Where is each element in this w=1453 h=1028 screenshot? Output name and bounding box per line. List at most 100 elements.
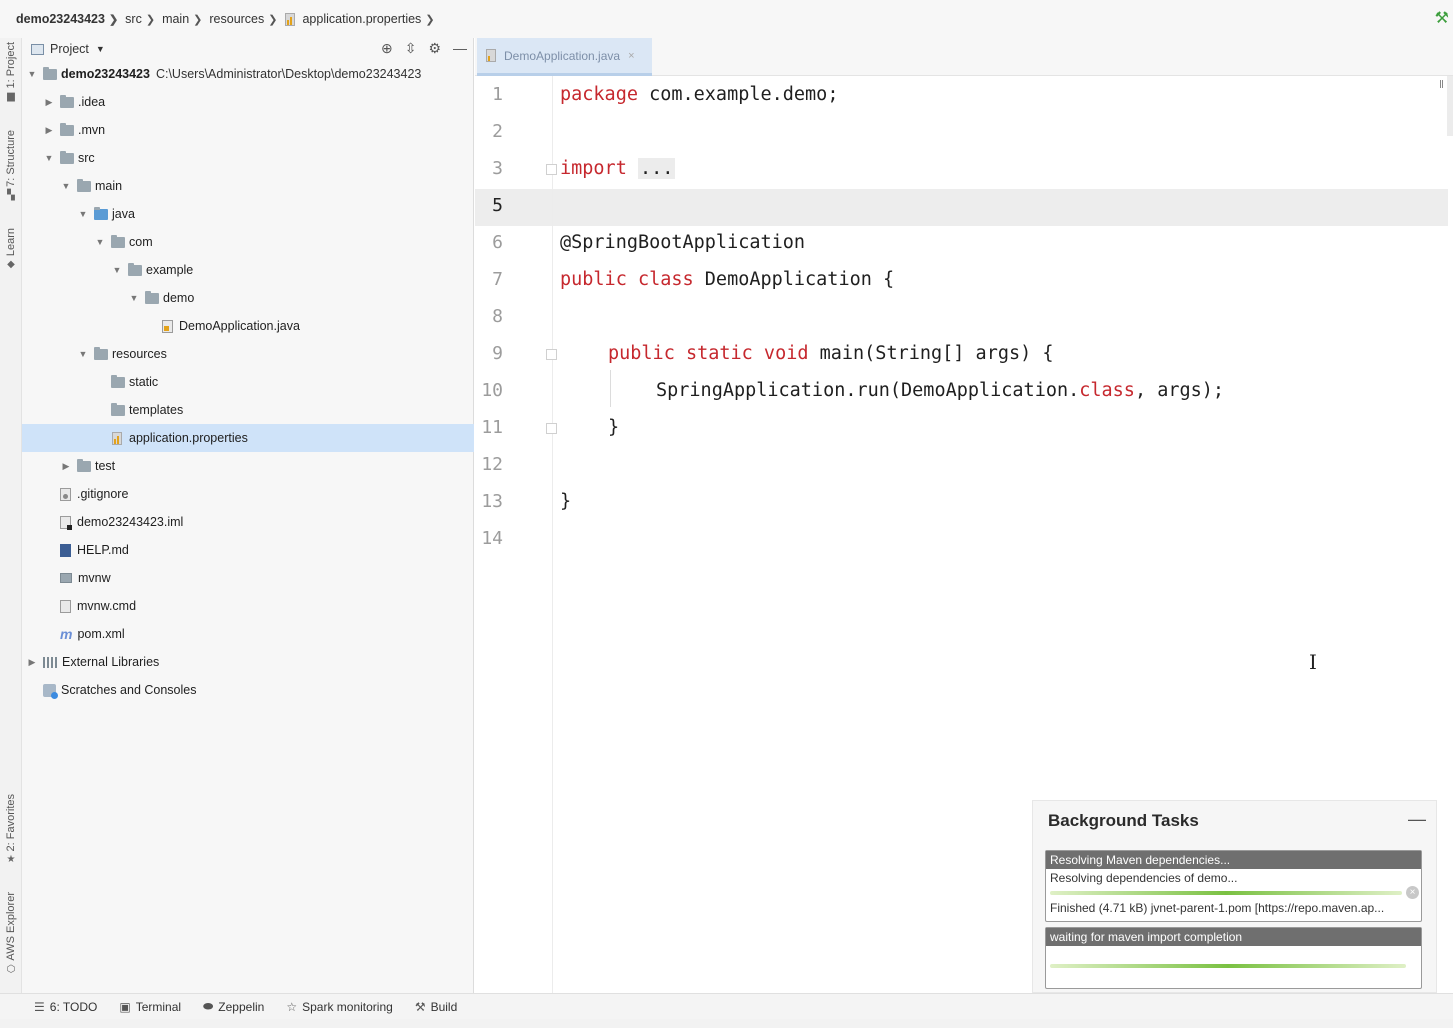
collapse-all-icon[interactable]: ⇳: [405, 40, 417, 57]
tree-item-root[interactable]: ▼ demo23243423 C:\Users\Administrator\De…: [22, 60, 474, 88]
chevron-down-icon[interactable]: ▼: [96, 44, 105, 54]
tree-item-mvnw[interactable]: mvnw: [22, 564, 474, 592]
gear-icon[interactable]: ⚙: [428, 40, 441, 57]
expand-arrow-icon[interactable]: ▼: [128, 293, 140, 303]
tool-tab-aws-explorer[interactable]: AWS Explorer ⬡: [0, 892, 22, 975]
locate-target-icon[interactable]: ⊕: [381, 40, 393, 57]
expand-arrow-icon[interactable]: ▼: [60, 181, 72, 191]
tree-item-static[interactable]: static: [22, 368, 474, 396]
code-text: main(String[] args) {: [808, 343, 1054, 364]
progress-fill: [1050, 964, 1406, 968]
breadcrumb-item-src[interactable]: src ❯: [125, 12, 162, 26]
tree-item-main[interactable]: ▼ main: [22, 172, 474, 200]
tree-item-mvnw-cmd[interactable]: mvnw.cmd: [22, 592, 474, 620]
tree-item-scratches[interactable]: Scratches and Consoles: [22, 676, 474, 704]
tool-button-todo[interactable]: ☰ 6: TODO: [34, 1000, 97, 1014]
expand-arrow-icon[interactable]: ▼: [94, 237, 106, 247]
editor-scrollbar[interactable]: [1447, 76, 1453, 136]
breadcrumb-item-project[interactable]: demo23243423 ❯: [16, 12, 125, 26]
structure-icon: ▚: [7, 189, 15, 201]
tree-item-help-md[interactable]: HELP.md: [22, 536, 474, 564]
tree-item-demoapplication-java[interactable]: DemoApplication.java: [22, 312, 474, 340]
tree-item-test[interactable]: ▶ test: [22, 452, 474, 480]
tree-item-mvn[interactable]: ▶ .mvn: [22, 116, 474, 144]
tree-item-idea[interactable]: ▶ .idea: [22, 88, 474, 116]
line-number: 9: [492, 343, 503, 364]
folder-icon: [43, 66, 57, 80]
properties-file-icon: [284, 12, 297, 26]
line-number: 13: [481, 491, 503, 512]
breadcrumb-item-application-properties[interactable]: application.properties ❯: [284, 12, 441, 26]
tree-item-gitignore[interactable]: .gitignore: [22, 480, 474, 508]
hide-panel-icon[interactable]: —: [453, 40, 467, 57]
tree-item-external-libraries[interactable]: ▶ External Libraries: [22, 648, 474, 676]
expand-arrow-icon[interactable]: ▼: [43, 153, 55, 163]
fold-toggle-icon[interactable]: [546, 164, 557, 175]
tree-item-label: templates: [129, 403, 184, 417]
folder-icon: [94, 346, 108, 360]
tree-item-label: test: [95, 459, 116, 473]
minimize-icon[interactable]: —: [1408, 809, 1426, 830]
breadcrumb-item-main[interactable]: main ❯: [162, 12, 209, 26]
folder-icon: [77, 458, 91, 472]
tool-tab-project[interactable]: 1: Project ▆: [0, 42, 22, 102]
tree-item-templates[interactable]: templates: [22, 396, 474, 424]
tree-item-com[interactable]: ▼ com: [22, 228, 474, 256]
cancel-task-icon[interactable]: ×: [1406, 886, 1419, 899]
tree-item-resources[interactable]: ▼ resources: [22, 340, 474, 368]
code-line-3: import ...: [560, 158, 676, 179]
breadcrumb: demo23243423 ❯ src ❯ main ❯ resources ❯ appl…: [0, 0, 1453, 38]
tree-item-pom-xml[interactable]: m pom.xml: [22, 620, 474, 648]
task-header: Resolving Maven dependencies...: [1046, 851, 1421, 869]
background-tasks-popup: Background Tasks — Resolving Maven depen…: [1032, 800, 1437, 993]
tree-item-label: demo23243423: [61, 67, 150, 81]
tab-label: DemoApplication.java: [504, 48, 621, 63]
expand-arrow-icon[interactable]: ▼: [111, 265, 123, 275]
tool-tab-learn[interactable]: Learn ◆: [0, 228, 22, 270]
fold-toggle-icon[interactable]: [546, 423, 557, 434]
tree-item-src[interactable]: ▼ src: [22, 144, 474, 172]
project-view-selector[interactable]: Project: [50, 42, 89, 56]
tool-button-label: Terminal: [135, 999, 182, 1014]
line-number: 10: [481, 380, 503, 401]
collapse-arrow-icon[interactable]: ▶: [43, 125, 55, 136]
fold-toggle-icon[interactable]: [546, 349, 557, 360]
tool-tab-label: 2: Favorites: [5, 794, 17, 852]
tree-item-label: mvnw: [78, 571, 111, 585]
chevron-right-icon: ❯: [268, 13, 278, 26]
progress-fill: [1050, 891, 1403, 895]
collapse-arrow-icon[interactable]: ▶: [26, 657, 38, 668]
tree-item-application-properties[interactable]: application.properties: [22, 424, 474, 452]
tool-button-spark-monitoring[interactable]: ☆ Spark monitoring: [286, 1000, 392, 1014]
breadcrumb-item-resources[interactable]: resources ❯: [209, 12, 284, 26]
folded-imports[interactable]: ...: [637, 158, 676, 179]
breadcrumb-label: src: [125, 12, 142, 26]
expand-arrow-icon[interactable]: ▼: [77, 209, 89, 219]
tree-item-iml[interactable]: demo23243423.iml: [22, 508, 474, 536]
build-hammer-icon[interactable]: ⚒: [1435, 8, 1449, 28]
collapse-arrow-icon[interactable]: ▶: [60, 461, 72, 472]
expand-arrow-icon[interactable]: ▼: [77, 349, 89, 359]
expand-arrow-icon[interactable]: ▼: [26, 69, 38, 79]
tree-item-label: Scratches and Consoles: [61, 683, 197, 697]
tree-item-label: resources: [112, 347, 167, 361]
tool-tab-structure[interactable]: 7: Structure ▚: [0, 130, 22, 201]
line-number: 12: [481, 454, 503, 475]
tool-tab-label: 7: Structure: [5, 130, 17, 187]
tool-button-zeppelin[interactable]: ⬬ Zeppelin: [203, 999, 264, 1014]
folder-icon: [60, 150, 74, 164]
line-number: 11: [481, 417, 503, 438]
tool-button-terminal[interactable]: ▣ Terminal: [119, 1000, 181, 1014]
tree-item-java[interactable]: ▼ java: [22, 200, 474, 228]
tree-item-example[interactable]: ▼ example: [22, 256, 474, 284]
breadcrumb-label: resources: [209, 12, 265, 26]
close-icon[interactable]: ×: [628, 50, 634, 62]
tool-tab-favorites[interactable]: 2: Favorites ★: [0, 794, 22, 865]
iml-file-icon: [60, 515, 72, 530]
tree-item-demo[interactable]: ▼ demo: [22, 284, 474, 312]
tool-tab-label: AWS Explorer: [5, 892, 17, 961]
line-number-active: 5: [492, 195, 503, 216]
collapse-arrow-icon[interactable]: ▶: [43, 97, 55, 108]
tab-demoapplication-java[interactable]: DemoApplication.java ×: [477, 38, 652, 76]
tool-button-build[interactable]: ⚒ Build: [415, 1000, 457, 1014]
